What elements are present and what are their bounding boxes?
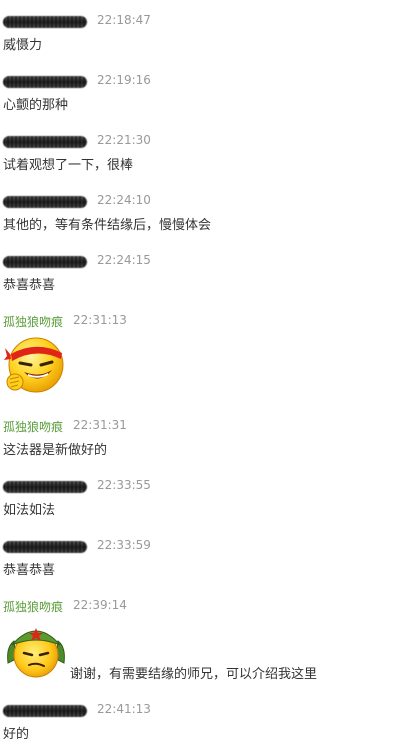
message-text: 这法器是新做好的	[3, 443, 108, 458]
sender-name[interactable]: 孤独狼吻痕	[3, 598, 63, 615]
message-text: 恭喜恭喜	[3, 563, 56, 578]
redacted-sender-name	[3, 481, 87, 493]
message-text: 谢谢，有需要结缘的师兄，可以介绍我这里	[70, 667, 318, 682]
message-header: 孤独狼吻痕 22:31:13	[3, 312, 407, 330]
message-header: 22:19:16	[3, 72, 407, 90]
message-text: 心颤的那种	[3, 98, 69, 113]
redacted-sender-name	[3, 541, 87, 553]
redacted-sender-name	[3, 705, 87, 717]
redacted-sender-name	[3, 16, 87, 28]
message-timestamp: 22:39:14	[73, 598, 127, 612]
message-text: 好的	[3, 727, 30, 742]
message-header: 22:41:13	[3, 701, 407, 719]
grinning-headband-emoji-icon	[4, 334, 66, 400]
message-timestamp: 22:18:47	[97, 13, 151, 27]
redacted-sender-name	[3, 76, 87, 88]
message-timestamp: 22:41:13	[97, 702, 151, 716]
message-timestamp: 22:33:55	[97, 478, 151, 492]
sender-name[interactable]: 孤独狼吻痕	[3, 313, 63, 330]
message-header: 孤独狼吻痕 22:39:14	[3, 597, 407, 615]
message-header: 孤独狼吻痕 22:31:31	[3, 417, 407, 435]
soldier-cap-emoji-icon	[4, 619, 68, 685]
redacted-sender-name	[3, 256, 87, 268]
message-header: 22:21:30	[3, 132, 407, 150]
message-text: 如法如法	[3, 503, 56, 518]
message-timestamp: 22:21:30	[97, 133, 151, 147]
message-header: 22:33:55	[3, 477, 407, 495]
message-header: 22:24:15	[3, 252, 407, 270]
message-timestamp: 22:24:15	[97, 253, 151, 267]
redacted-sender-name	[3, 196, 87, 208]
message-text: 恭喜恭喜	[3, 278, 56, 293]
message-text: 试着观想了一下，很棒	[3, 158, 134, 173]
message-timestamp: 22:19:16	[97, 73, 151, 87]
message-header: 22:33:59	[3, 537, 407, 555]
message-timestamp: 22:33:59	[97, 538, 151, 552]
message-timestamp: 22:31:31	[73, 418, 127, 432]
message-timestamp: 22:24:10	[97, 193, 151, 207]
redacted-sender-name	[3, 136, 87, 148]
message-text: 威慑力	[3, 38, 43, 53]
sender-name[interactable]: 孤独狼吻痕	[3, 418, 63, 435]
message-timestamp: 22:31:13	[73, 313, 127, 327]
message-header: 22:18:47	[3, 12, 407, 30]
message-text: 其他的，等有条件结缘后，慢慢体会	[3, 218, 212, 233]
message-header: 22:24:10	[3, 192, 407, 210]
